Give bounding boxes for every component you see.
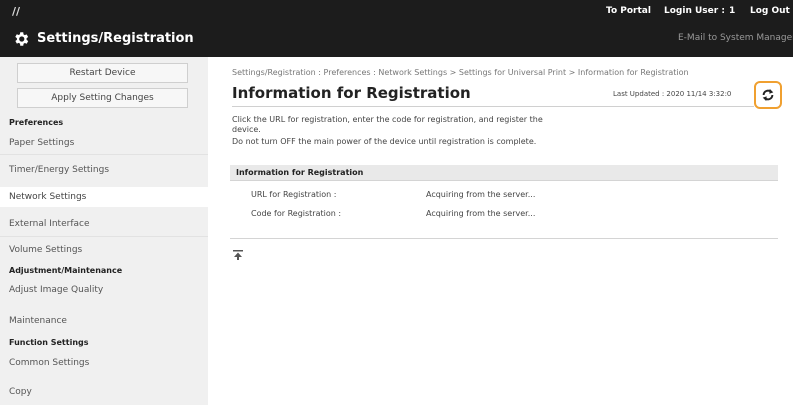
page-title: Information for Registration [232, 84, 471, 102]
last-updated-timestamp: Last Updated : 2020 11/14 3:32:0 [613, 90, 732, 98]
refresh-icon [762, 88, 774, 102]
table-bottom-divider [230, 238, 778, 239]
sidebar-divider [0, 236, 208, 237]
sidebar-group-preferences: Preferences [9, 118, 64, 127]
apply-setting-changes-button[interactable]: Apply Setting Changes [17, 88, 188, 108]
back-to-top-icon[interactable] [233, 250, 243, 263]
sidebar: Restart Device Apply Setting Changes Pre… [0, 57, 208, 405]
description-line: device. [232, 125, 261, 134]
email-system-manager-link[interactable]: E-Mail to System Manager [678, 33, 793, 43]
sidebar-item-paper-settings[interactable]: Paper Settings [9, 133, 199, 153]
sidebar-item-copy[interactable]: Copy [9, 382, 199, 402]
to-portal-link[interactable]: To Portal [606, 6, 651, 16]
back-to-top-glyph [233, 250, 243, 260]
login-user-value: 1 [728, 6, 736, 16]
description-line: Click the URL for registration, enter th… [232, 115, 543, 124]
sidebar-item-network-settings[interactable]: Network Settings [0, 187, 208, 207]
url-for-registration-label: URL for Registration : [251, 190, 337, 199]
registration-info-table: Information for Registration URL for Reg… [230, 165, 778, 239]
login-user: Login User :1 [664, 6, 735, 16]
restart-device-button[interactable]: Restart Device [17, 63, 188, 83]
sidebar-divider [0, 154, 208, 155]
sidebar-group-function-settings: Function Settings [9, 338, 89, 347]
breadcrumb: Settings/Registration : Preferences : Ne… [232, 68, 689, 77]
table-heading: Information for Registration [230, 165, 778, 181]
title-divider [232, 106, 754, 107]
description-line: Do not turn OFF the main power of the de… [232, 137, 537, 146]
logout-link[interactable]: Log Out [750, 6, 790, 16]
sidebar-item-external-interface[interactable]: External Interface [9, 214, 199, 234]
brand-logo: // [12, 5, 21, 18]
sidebar-group-adjustment: Adjustment/Maintenance [9, 266, 123, 275]
sidebar-item-maintenance[interactable]: Maintenance [9, 311, 199, 331]
refresh-button[interactable] [754, 81, 782, 109]
code-for-registration-value: Acquiring from the server... [426, 209, 536, 218]
sidebar-item-adjust-image-quality[interactable]: Adjust Image Quality [9, 280, 199, 300]
main-content: Settings/Registration : Preferences : Ne… [208, 57, 793, 405]
gear-icon [15, 32, 29, 46]
sidebar-item-common-settings[interactable]: Common Settings [9, 353, 199, 373]
code-for-registration-label: Code for Registration : [251, 209, 342, 218]
login-user-label: Login User : [664, 6, 725, 16]
url-for-registration-value: Acquiring from the server... [426, 190, 536, 199]
sidebar-item-timer-energy[interactable]: Timer/Energy Settings [9, 160, 199, 180]
top-header: // Settings/Registration To Portal Login… [0, 0, 793, 57]
app-title: Settings/Registration [37, 31, 194, 46]
sidebar-item-volume-settings[interactable]: Volume Settings [9, 240, 199, 260]
